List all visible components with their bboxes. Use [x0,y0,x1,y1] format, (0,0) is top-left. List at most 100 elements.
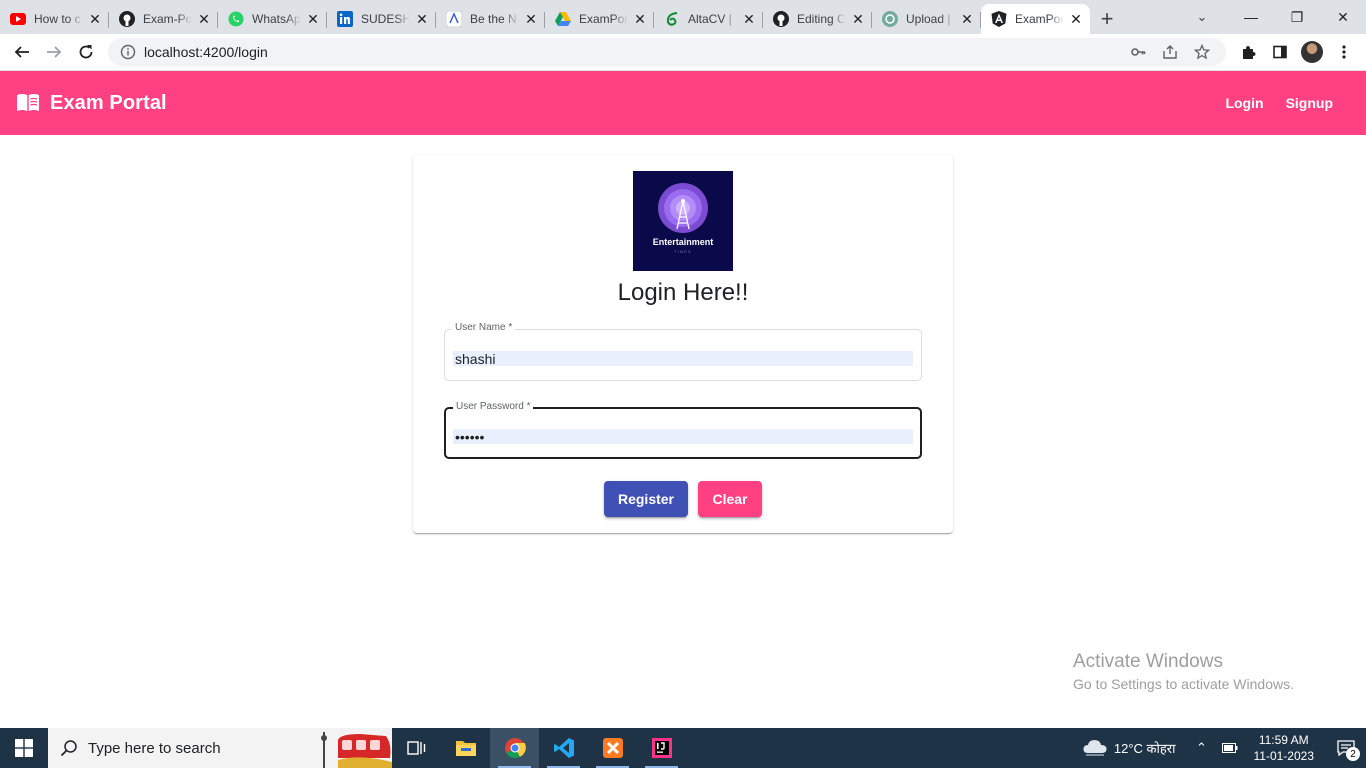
username-label: User Name * [452,322,516,333]
browser-tab-strip: How to c ✕ Exam-Po ✕ WhatsAp ✕ SUDESH ✕ … [0,0,1366,34]
password-input[interactable] [453,429,913,444]
google-drive-icon [555,11,571,27]
close-tab-icon[interactable]: ✕ [850,11,866,27]
browser-tab[interactable]: Upload | ✕ [872,4,981,34]
tab-title: ExamPor [579,12,628,26]
browser-toolbar: localhost:4200/login [0,34,1366,71]
taskbar-clock[interactable]: 11:59 AM 11-01-2023 [1254,732,1315,764]
battery-icon[interactable] [1218,743,1242,753]
xampp-icon[interactable] [588,728,637,768]
close-tab-icon[interactable]: ✕ [196,11,212,27]
profile-avatar[interactable] [1296,36,1328,68]
tab-title: Be the N [470,12,517,26]
taskbar-search-box[interactable]: Type here to search [48,728,392,768]
share-icon[interactable] [1154,44,1186,60]
close-tab-icon[interactable]: ✕ [1068,11,1084,27]
chevron-up-icon[interactable]: ⌃ [1190,740,1214,756]
close-tab-icon[interactable]: ✕ [305,11,321,27]
minimize-icon[interactable]: — [1228,0,1274,34]
file-explorer-icon[interactable] [441,728,490,768]
activate-windows-title: Activate Windows [1073,651,1223,672]
login-card: Entertainment TIMES Login Here!! User Na… [413,155,953,533]
notification-badge: 2 [1346,747,1360,761]
tab-title: ExamPor [1015,12,1064,26]
close-tab-icon[interactable]: ✕ [632,11,648,27]
reload-icon[interactable] [70,36,102,68]
address-bar[interactable]: localhost:4200/login [108,38,1226,66]
browser-tab[interactable]: Exam-Po ✕ [109,4,218,34]
password-field: User Password * [444,401,922,459]
task-view-icon[interactable] [392,728,441,768]
entertainment-logo: Entertainment TIMES [633,171,733,271]
intellij-icon[interactable] [637,728,686,768]
username-field: User Name * [444,322,922,381]
logo-subtext: TIMES [674,249,692,254]
tab-title: How to c [34,12,81,26]
vscode-icon[interactable] [539,728,588,768]
tab-title: Exam-Po [143,12,192,26]
linkedin-icon [337,11,353,27]
site-icon [446,11,462,27]
menu-book-icon [16,91,40,115]
url-text: localhost:4200/login [144,44,268,60]
tab-title: WhatsAp [252,12,301,26]
login-heading: Login Here!! [617,279,749,306]
close-tab-icon[interactable]: ✕ [523,11,539,27]
bookmark-star-icon[interactable] [1186,44,1218,60]
close-window-icon[interactable]: ✕ [1320,0,1366,34]
browser-tab[interactable]: ExamPor ✕ [545,4,654,34]
metro-train-icon [320,732,392,768]
browser-tab[interactable]: How to c ✕ [0,4,109,34]
whatsapp-icon [228,11,244,27]
chrome-icon[interactable] [490,728,539,768]
forward-arrow-icon[interactable] [38,36,70,68]
extensions-puzzle-icon[interactable] [1232,36,1264,68]
close-tab-icon[interactable]: ✕ [87,11,103,27]
password-key-icon[interactable] [1122,44,1154,60]
angular-icon [991,11,1007,27]
system-tray: 12°C कोहरा ⌃ 11:59 AM 11-01-2023 2 [1082,728,1366,768]
openai-icon [882,11,898,27]
browser-tab-active[interactable]: ExamPor ✕ [981,4,1090,34]
youtube-icon [10,11,26,27]
browser-tab[interactable]: Editing C ✕ [763,4,872,34]
nav-signup-link[interactable]: Signup [1275,85,1344,121]
nav-login-link[interactable]: Login [1214,85,1274,121]
clock-date: 11-01-2023 [1253,749,1315,763]
tab-search-icon[interactable]: ⌄ [1188,4,1216,30]
tab-title: Editing C [797,12,846,26]
logo-text: Entertainment [652,237,714,247]
close-tab-icon[interactable]: ✕ [959,11,975,27]
close-tab-icon[interactable]: ✕ [741,11,757,27]
tab-title: Upload | [906,12,951,26]
cloud-icon [1082,737,1108,760]
browser-tab[interactable]: Be the N ✕ [436,4,545,34]
menu-kebab-icon[interactable] [1328,36,1360,68]
weather-widget[interactable]: 12°C कोहरा [1082,737,1176,760]
activate-windows-watermark: Activate Windows Go to Settings to activ… [1073,651,1294,692]
info-icon[interactable] [120,44,136,60]
tab-title: SUDESH [361,12,410,26]
browser-tab[interactable]: WhatsAp ✕ [218,4,327,34]
restore-icon[interactable]: ❐ [1274,0,1320,34]
brand-title[interactable]: Exam Portal [50,92,167,115]
clear-button[interactable]: Clear [698,481,762,517]
side-panel-icon[interactable] [1264,36,1296,68]
browser-tab[interactable]: AltaCV | ✕ [654,4,763,34]
window-controls: — ❐ ✕ [1228,0,1366,34]
github-icon [119,11,135,27]
clock-time: 11:59 AM [1258,733,1309,747]
search-icon [60,739,78,757]
app-navbar: Exam Portal Login Signup [0,71,1366,135]
notification-center-icon[interactable]: 2 [1326,728,1366,768]
new-tab-button[interactable]: + [1090,4,1124,34]
search-placeholder: Type here to search [88,739,221,757]
password-label: User Password * [453,401,534,412]
register-button[interactable]: Register [604,481,688,517]
back-arrow-icon[interactable] [6,36,38,68]
weather-text: 12°C कोहरा [1113,741,1176,756]
browser-tab[interactable]: SUDESH ✕ [327,4,436,34]
windows-start-icon[interactable] [0,728,48,768]
close-tab-icon[interactable]: ✕ [414,11,430,27]
username-input[interactable] [453,351,913,366]
